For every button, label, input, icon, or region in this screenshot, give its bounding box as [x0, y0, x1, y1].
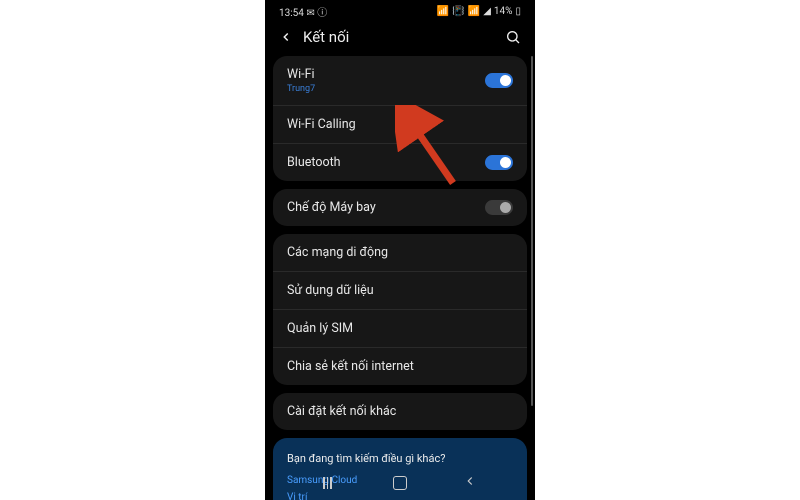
header: Kết nối — [265, 22, 535, 56]
wifi-toggle[interactable] — [485, 73, 513, 88]
scrollbar[interactable] — [531, 56, 534, 406]
data-usage-item[interactable]: Sử dụng dữ liệu — [273, 272, 527, 310]
airplane-group: Chế độ Máy bay — [273, 189, 527, 226]
navigation-bar — [265, 469, 535, 496]
bluetooth-item[interactable]: Bluetooth — [273, 144, 527, 181]
hotspot-tethering-label: Chia sẻ kết nối internet — [287, 359, 414, 374]
wifi-calling-item[interactable]: Wi-Fi Calling — [273, 106, 527, 144]
bluetooth-toggle[interactable] — [485, 155, 513, 170]
connectivity-group: Wi-Fi Trung7 Wi-Fi Calling Bluetooth — [273, 56, 527, 181]
battery-percentage: 14% — [494, 6, 513, 17]
airplane-mode-label: Chế độ Máy bay — [287, 200, 376, 215]
network-group: Các mạng di động Sử dụng dữ liệu Quản lý… — [273, 234, 527, 385]
mobile-networks-item[interactable]: Các mạng di động — [273, 234, 527, 272]
airplane-mode-toggle[interactable] — [485, 200, 513, 215]
nav-back-button[interactable] — [463, 473, 477, 492]
page-title: Kết nối — [303, 28, 505, 46]
nfc-icon: 📶 — [437, 6, 449, 17]
settings-scroll-area[interactable]: Wi-Fi Trung7 Wi-Fi Calling Bluetooth Chế… — [265, 56, 535, 500]
phone-screen: 13:54 ✉ ⓘ 📶 📳 📶 ◢ 14% ▯ Kết nối — [265, 0, 535, 500]
more-group: Cài đặt kết nối khác — [273, 393, 527, 430]
recent-apps-button[interactable] — [323, 477, 337, 489]
signal-icon: ◢ — [483, 6, 491, 17]
back-button[interactable] — [279, 30, 293, 44]
more-connection-settings-item[interactable]: Cài đặt kết nối khác — [273, 393, 527, 430]
wifi-network-name: Trung7 — [287, 84, 315, 94]
airplane-mode-item[interactable]: Chế độ Máy bay — [273, 189, 527, 226]
wifi-item[interactable]: Wi-Fi Trung7 — [273, 56, 527, 106]
sim-manager-item[interactable]: Quản lý SIM — [273, 310, 527, 348]
message-icon: ✉ ⓘ — [306, 8, 327, 19]
vibrate-icon: 📳 — [452, 6, 464, 17]
mobile-networks-label: Các mạng di động — [287, 245, 388, 260]
wifi-label: Wi-Fi — [287, 67, 315, 82]
promo-title: Bạn đang tìm kiếm điều gì khác? — [287, 452, 513, 465]
more-connection-settings-label: Cài đặt kết nối khác — [287, 404, 396, 419]
sim-manager-label: Quản lý SIM — [287, 321, 353, 336]
hotspot-tethering-item[interactable]: Chia sẻ kết nối internet — [273, 348, 527, 385]
wifi-calling-label: Wi-Fi Calling — [287, 117, 356, 132]
search-button[interactable] — [505, 29, 521, 45]
wifi-icon: 📶 — [468, 6, 480, 17]
bluetooth-label: Bluetooth — [287, 155, 341, 170]
status-bar: 13:54 ✉ ⓘ 📶 📳 📶 ◢ 14% ▯ — [265, 0, 535, 22]
home-button[interactable] — [393, 476, 407, 490]
data-usage-label: Sử dụng dữ liệu — [287, 283, 374, 298]
battery-icon: ▯ — [515, 6, 521, 17]
status-time: 13:54 ✉ ⓘ — [279, 4, 327, 19]
